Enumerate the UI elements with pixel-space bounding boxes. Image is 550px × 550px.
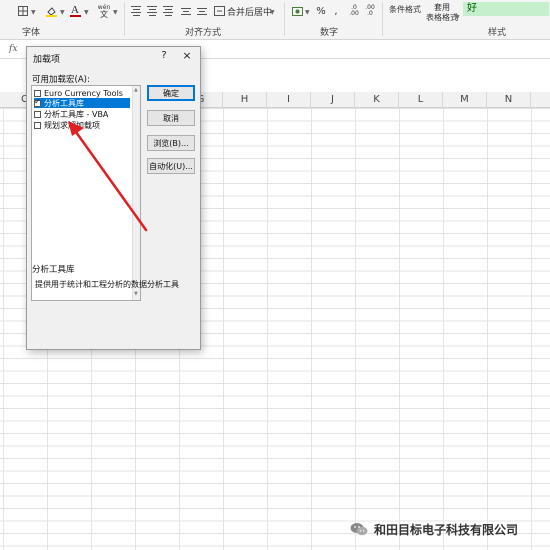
checkbox-checked[interactable] (34, 97, 41, 107)
addin-item-solver[interactable]: 规划求解加载项 (34, 120, 130, 130)
borders-dropdown-icon[interactable]: ▼ (31, 9, 36, 16)
merge-dropdown-icon[interactable]: ▼ (270, 9, 275, 16)
column-header-n[interactable]: N (487, 92, 531, 108)
font-color-dropdown-icon[interactable]: ▼ (84, 9, 89, 16)
merge-icon (214, 6, 225, 16)
currency-dropdown-icon[interactable]: ▼ (305, 9, 310, 16)
scroll-down-icon[interactable]: ▼ (134, 291, 138, 297)
close-button[interactable]: × (179, 49, 195, 62)
conditional-format-button[interactable]: 条件格式 (388, 2, 422, 16)
addin-label: Euro Currency Tools (44, 88, 123, 98)
fill-color-icon[interactable] (44, 4, 58, 18)
ribbon: ▼ ▼ A ▼ wén 文 ▼ 字体 合并后居中 ▼ 对齐方式 ▼ % , .0 (0, 0, 550, 40)
help-button[interactable]: ? (157, 50, 171, 61)
automation-button[interactable]: 自动化(U)... (147, 158, 195, 174)
comma-button[interactable]: , (332, 4, 340, 18)
dialog-title: 加载项 (33, 55, 61, 65)
addin-label: 规划求解加载项 (44, 120, 100, 130)
font-color-button[interactable]: A (68, 4, 82, 18)
table-format-line1: 套用 (434, 3, 450, 12)
watermark: 和田目标电子科技有限公司 (350, 519, 518, 539)
percent-button[interactable]: % (316, 4, 326, 18)
addin-item-analysis-toolpak-vba[interactable]: 分析工具库 - VBA (34, 109, 130, 119)
ok-button[interactable]: 确定 (147, 85, 195, 101)
watermark-text: 和田目标电子科技有限公司 (374, 522, 519, 537)
good-style-cell[interactable]: 好 (463, 2, 549, 16)
font-color-letter: A (71, 4, 79, 16)
fill-color-dropdown-icon[interactable]: ▼ (60, 9, 65, 16)
column-header-i[interactable]: I (267, 92, 311, 108)
checkbox[interactable] (34, 121, 41, 129)
align-center-icon[interactable] (146, 4, 158, 18)
list-scrollbar[interactable]: ▲ ▼ (132, 86, 140, 300)
checkbox[interactable] (34, 110, 41, 118)
column-header-m[interactable]: M (443, 92, 487, 108)
phonetic-dropdown-icon[interactable]: ▼ (113, 9, 118, 16)
addin-label: 分析工具库 (44, 98, 84, 108)
align-right-icon[interactable] (162, 4, 174, 18)
borders-icon[interactable] (16, 4, 30, 18)
addins-dialog: 加载项 ? × 可用加载宏(A): Euro Currency Tools 分析… (26, 46, 201, 350)
addin-item-euro-currency-tools[interactable]: Euro Currency Tools (34, 88, 130, 98)
increase-indent-icon[interactable] (196, 4, 208, 18)
decrease-indent-icon[interactable] (180, 4, 192, 18)
column-header-h[interactable]: H (223, 92, 267, 108)
font-color-bar (69, 15, 81, 17)
merge-center-label: 合并后居中 (227, 7, 273, 18)
increase-decimal-icon[interactable]: .0.00 (348, 4, 360, 18)
ribbon-separator (124, 2, 125, 36)
wechat-logo-icon (350, 523, 368, 536)
table-format-line2: 表格格式 (426, 13, 458, 22)
addin-description-title: 分析工具库 (32, 265, 75, 275)
checkbox[interactable] (34, 89, 41, 97)
cancel-button[interactable]: 取消 (147, 110, 195, 126)
addin-item-analysis-toolpak[interactable]: 分析工具库 (34, 97, 130, 108)
styles-group-label: 样式 (488, 28, 507, 38)
addin-description-text: 提供用于统计和工程分析的数据分析工具 (35, 280, 179, 289)
ribbon-separator (382, 2, 383, 36)
align-left-icon[interactable] (130, 4, 142, 18)
phonetic-char: 文 (100, 10, 108, 19)
insert-function-icon[interactable]: fx (9, 44, 17, 54)
available-addins-label: 可用加载宏(A): (32, 75, 90, 85)
column-header-j[interactable]: J (311, 92, 355, 108)
decrease-decimal-icon[interactable]: .00.0 (364, 4, 376, 18)
phonetic-button[interactable]: wén 文 (96, 4, 112, 19)
alignment-group-label: 对齐方式 (185, 28, 222, 38)
column-header-l[interactable]: L (399, 92, 443, 108)
addin-label: 分析工具库 - VBA (44, 109, 109, 119)
table-format-dropdown-icon[interactable]: ▼ (455, 14, 460, 21)
ribbon-separator (284, 2, 285, 36)
column-header-k[interactable]: K (355, 92, 399, 108)
font-group-label: 字体 (22, 28, 41, 38)
currency-icon[interactable] (290, 4, 304, 18)
scroll-up-icon[interactable]: ▲ (134, 87, 138, 93)
browse-button[interactable]: 浏览(B)... (147, 135, 195, 151)
number-group-label: 数字 (320, 28, 339, 38)
